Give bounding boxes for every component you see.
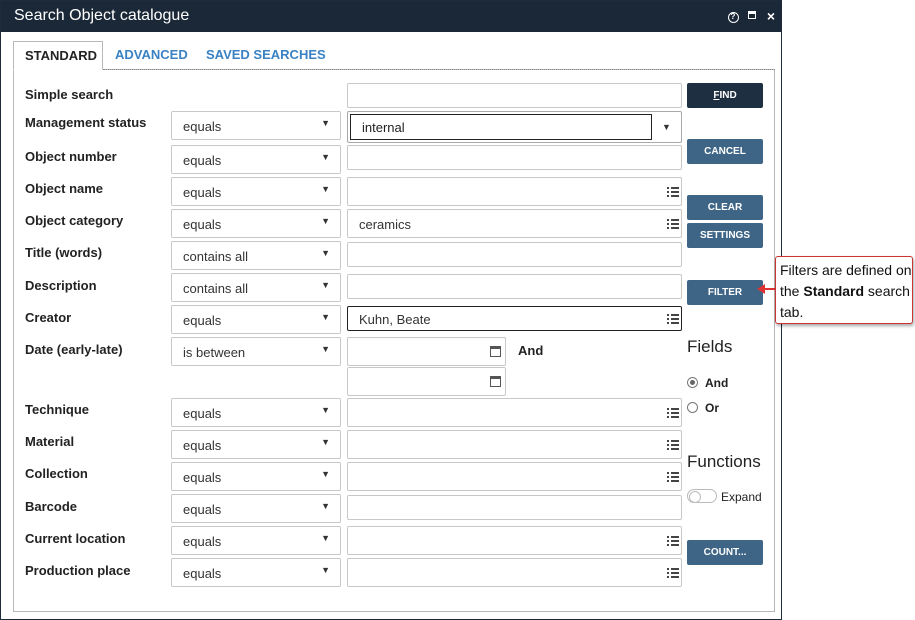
barcode-label: Barcode xyxy=(25,499,78,514)
chevron-down-icon: ▼ xyxy=(321,118,330,128)
chevron-down-icon: ▼ xyxy=(321,152,330,162)
list-icon[interactable] xyxy=(667,186,679,198)
date-from-input[interactable] xyxy=(347,337,506,366)
simple-search-label: Simple search xyxy=(25,87,114,102)
object-category-operator[interactable]: equals ▼ xyxy=(171,209,341,238)
description-operator[interactable]: contains all ▼ xyxy=(171,273,341,302)
material-operator[interactable]: equals ▼ xyxy=(171,430,341,459)
object-number-label: Object number xyxy=(25,149,117,164)
chevron-down-icon[interactable]: ▼ xyxy=(662,122,671,132)
technique-operator[interactable]: equals ▼ xyxy=(171,398,341,427)
technique-input[interactable] xyxy=(347,398,682,427)
callout-note: Filters are defined on the Standard sear… xyxy=(775,256,913,324)
object-name-operator[interactable]: equals ▼ xyxy=(171,177,341,206)
creator-input[interactable]: Kuhn, Beate xyxy=(347,306,682,331)
production-place-input[interactable] xyxy=(347,558,682,587)
object-name-label: Object name xyxy=(25,181,104,196)
chevron-down-icon: ▼ xyxy=(321,280,330,290)
search-dialog: Search Object catalogue ? × STANDARD ADV… xyxy=(0,0,782,620)
expand-toggle[interactable] xyxy=(687,489,717,503)
chevron-down-icon: ▼ xyxy=(321,184,330,194)
maximize-icon[interactable] xyxy=(745,9,759,23)
tab-advanced[interactable]: ADVANCED xyxy=(104,41,199,70)
title-words-operator[interactable]: contains all ▼ xyxy=(171,241,341,270)
fields-and-label: And xyxy=(705,376,729,390)
fields-and-radio[interactable] xyxy=(687,377,698,388)
list-icon[interactable] xyxy=(667,407,679,419)
title-bar: Search Object catalogue ? × xyxy=(1,1,781,32)
calendar-icon[interactable] xyxy=(490,346,501,357)
chevron-down-icon: ▼ xyxy=(321,565,330,575)
simple-search-input[interactable] xyxy=(347,83,682,108)
management-status-value[interactable]: internal xyxy=(350,114,652,140)
material-label: Material xyxy=(25,434,75,449)
management-status-operator[interactable]: equals ▼ xyxy=(171,111,341,140)
chevron-down-icon: ▼ xyxy=(321,437,330,447)
object-category-label: Object category xyxy=(25,213,124,228)
fields-or-label: Or xyxy=(705,401,720,415)
callout-arrowhead xyxy=(757,284,765,294)
expand-label: Expand xyxy=(721,490,762,504)
list-icon[interactable] xyxy=(667,218,679,230)
description-label: Description xyxy=(25,278,97,293)
material-input[interactable] xyxy=(347,430,682,459)
current-location-input[interactable] xyxy=(347,526,682,555)
list-icon[interactable] xyxy=(667,313,679,325)
chevron-down-icon: ▼ xyxy=(321,533,330,543)
count-button[interactable]: COUNT... xyxy=(687,540,763,565)
management-status-label: Management status xyxy=(25,115,147,130)
tab-divider xyxy=(103,69,775,70)
fields-section-title: Fields xyxy=(687,337,733,356)
tab-saved-searches[interactable]: SAVED SEARCHES xyxy=(195,41,337,70)
object-name-input[interactable] xyxy=(347,177,682,206)
find-button[interactable]: FIND xyxy=(687,83,763,108)
production-place-operator[interactable]: equals ▼ xyxy=(171,558,341,587)
current-location-operator[interactable]: equals ▼ xyxy=(171,526,341,555)
title-words-input[interactable] xyxy=(347,242,682,267)
date-label: Date (early-late) xyxy=(25,342,123,357)
chevron-down-icon: ▼ xyxy=(321,216,330,226)
chevron-down-icon: ▼ xyxy=(321,469,330,479)
creator-label: Creator xyxy=(25,310,72,325)
title-words-label: Title (words) xyxy=(25,245,103,260)
barcode-input[interactable] xyxy=(347,495,682,520)
description-input[interactable] xyxy=(347,274,682,299)
technique-label: Technique xyxy=(25,402,90,417)
current-location-label: Current location xyxy=(25,531,126,546)
fields-or-radio[interactable] xyxy=(687,402,698,413)
date-to-input[interactable] xyxy=(347,367,506,396)
list-icon[interactable] xyxy=(667,439,679,451)
functions-section-title: Functions xyxy=(687,452,761,471)
date-and-label: And xyxy=(518,343,544,358)
date-operator[interactable]: is between ▼ xyxy=(171,337,341,366)
list-icon[interactable] xyxy=(667,535,679,547)
chevron-down-icon: ▼ xyxy=(321,501,330,511)
production-place-label: Production place xyxy=(25,563,131,578)
chevron-down-icon: ▼ xyxy=(321,248,330,258)
object-number-operator[interactable]: equals ▼ xyxy=(171,145,341,174)
tab-standard[interactable]: STANDARD xyxy=(13,41,103,70)
cancel-button[interactable]: CANCEL xyxy=(687,139,763,164)
settings-button[interactable]: SETTINGS xyxy=(687,223,763,248)
calendar-icon[interactable] xyxy=(490,376,501,387)
creator-operator[interactable]: equals ▼ xyxy=(171,305,341,334)
close-icon[interactable]: × xyxy=(764,9,778,23)
collection-operator[interactable]: equals ▼ xyxy=(171,462,341,491)
filter-button[interactable]: FILTER xyxy=(687,280,763,305)
object-category-input[interactable]: ceramics xyxy=(347,209,682,238)
collection-input[interactable] xyxy=(347,462,682,491)
clear-button[interactable]: CLEAR xyxy=(687,195,763,220)
barcode-operator[interactable]: equals ▼ xyxy=(171,494,341,523)
management-status-select[interactable]: internal ▼ xyxy=(347,111,682,143)
chevron-down-icon: ▼ xyxy=(321,405,330,415)
help-icon[interactable]: ? xyxy=(726,9,740,23)
collection-label: Collection xyxy=(25,466,88,481)
object-number-input[interactable] xyxy=(347,145,682,170)
list-icon[interactable] xyxy=(667,471,679,483)
window-title: Search Object catalogue xyxy=(14,7,190,24)
chevron-down-icon: ▼ xyxy=(321,312,330,322)
list-icon[interactable] xyxy=(667,567,679,579)
chevron-down-icon: ▼ xyxy=(321,344,330,354)
